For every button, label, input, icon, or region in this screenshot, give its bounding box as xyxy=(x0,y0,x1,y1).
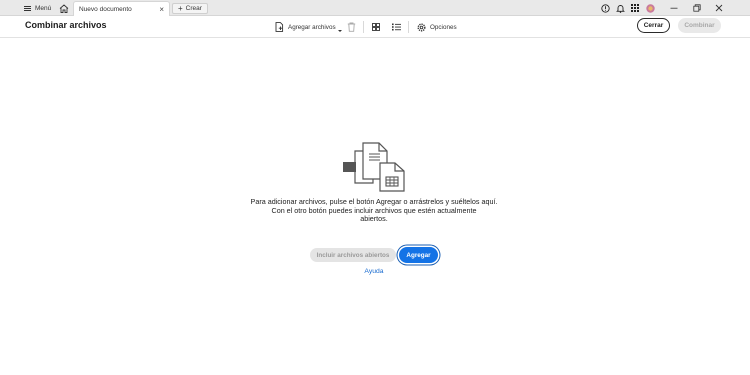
help-link[interactable]: Ayuda xyxy=(360,268,388,275)
avatar[interactable] xyxy=(643,0,657,16)
gear-icon xyxy=(417,23,426,31)
tab-title: Nuevo documento xyxy=(79,5,132,13)
help-icon[interactable] xyxy=(598,0,612,16)
options-button[interactable]: Opciones xyxy=(417,16,457,38)
add-files-label: Agregar archivos xyxy=(288,23,336,31)
title-bar: Menú Nuevo documento × + Crear xyxy=(0,0,750,16)
home-button[interactable] xyxy=(58,0,70,16)
plus-icon: + xyxy=(178,4,183,13)
page-title: Combinar archivos xyxy=(25,20,107,30)
toolbar-divider xyxy=(363,21,364,33)
trash-icon xyxy=(347,22,356,32)
menu-button[interactable]: Menú xyxy=(24,0,51,16)
list-view-icon xyxy=(392,23,401,31)
close-icon[interactable] xyxy=(709,0,729,16)
combine-files-illustration-icon xyxy=(343,142,405,192)
grid-view-button[interactable] xyxy=(372,16,380,38)
add-files-button[interactable]: Agregar archivos xyxy=(275,16,342,38)
hamburger-icon xyxy=(24,5,31,11)
bell-icon[interactable] xyxy=(613,0,627,16)
chevron-down-icon xyxy=(337,29,342,32)
combine-button[interactable]: Combinar xyxy=(678,18,721,33)
close-button[interactable]: Cerrar xyxy=(637,18,670,33)
grid-view-icon xyxy=(372,23,380,31)
apps-grid-icon[interactable] xyxy=(628,0,642,16)
options-label: Opciones xyxy=(430,23,457,31)
instructions-text: Para adicionar archivos, pulse el botón … xyxy=(225,197,523,224)
home-icon xyxy=(59,3,69,13)
tab-close-icon[interactable]: × xyxy=(159,5,164,14)
restore-icon[interactable] xyxy=(687,0,707,16)
list-view-button[interactable] xyxy=(392,16,401,38)
minimize-icon[interactable] xyxy=(664,0,684,16)
toolbar: Combinar archivos Agregar archivos Opcio… xyxy=(0,16,750,38)
create-button[interactable]: + Crear xyxy=(172,3,208,14)
create-label: Crear xyxy=(185,5,202,12)
menu-label: Menú xyxy=(35,4,52,12)
instructions-line: abiertos. xyxy=(360,214,388,224)
add-file-icon xyxy=(275,22,284,32)
toolbar-divider xyxy=(408,21,409,33)
tab-nuevo-documento[interactable]: Nuevo documento × xyxy=(73,1,170,16)
delete-button[interactable] xyxy=(347,16,356,38)
add-button[interactable]: Agregar xyxy=(399,247,438,263)
include-open-files-button[interactable]: Incluir archivos abiertos xyxy=(310,248,396,262)
